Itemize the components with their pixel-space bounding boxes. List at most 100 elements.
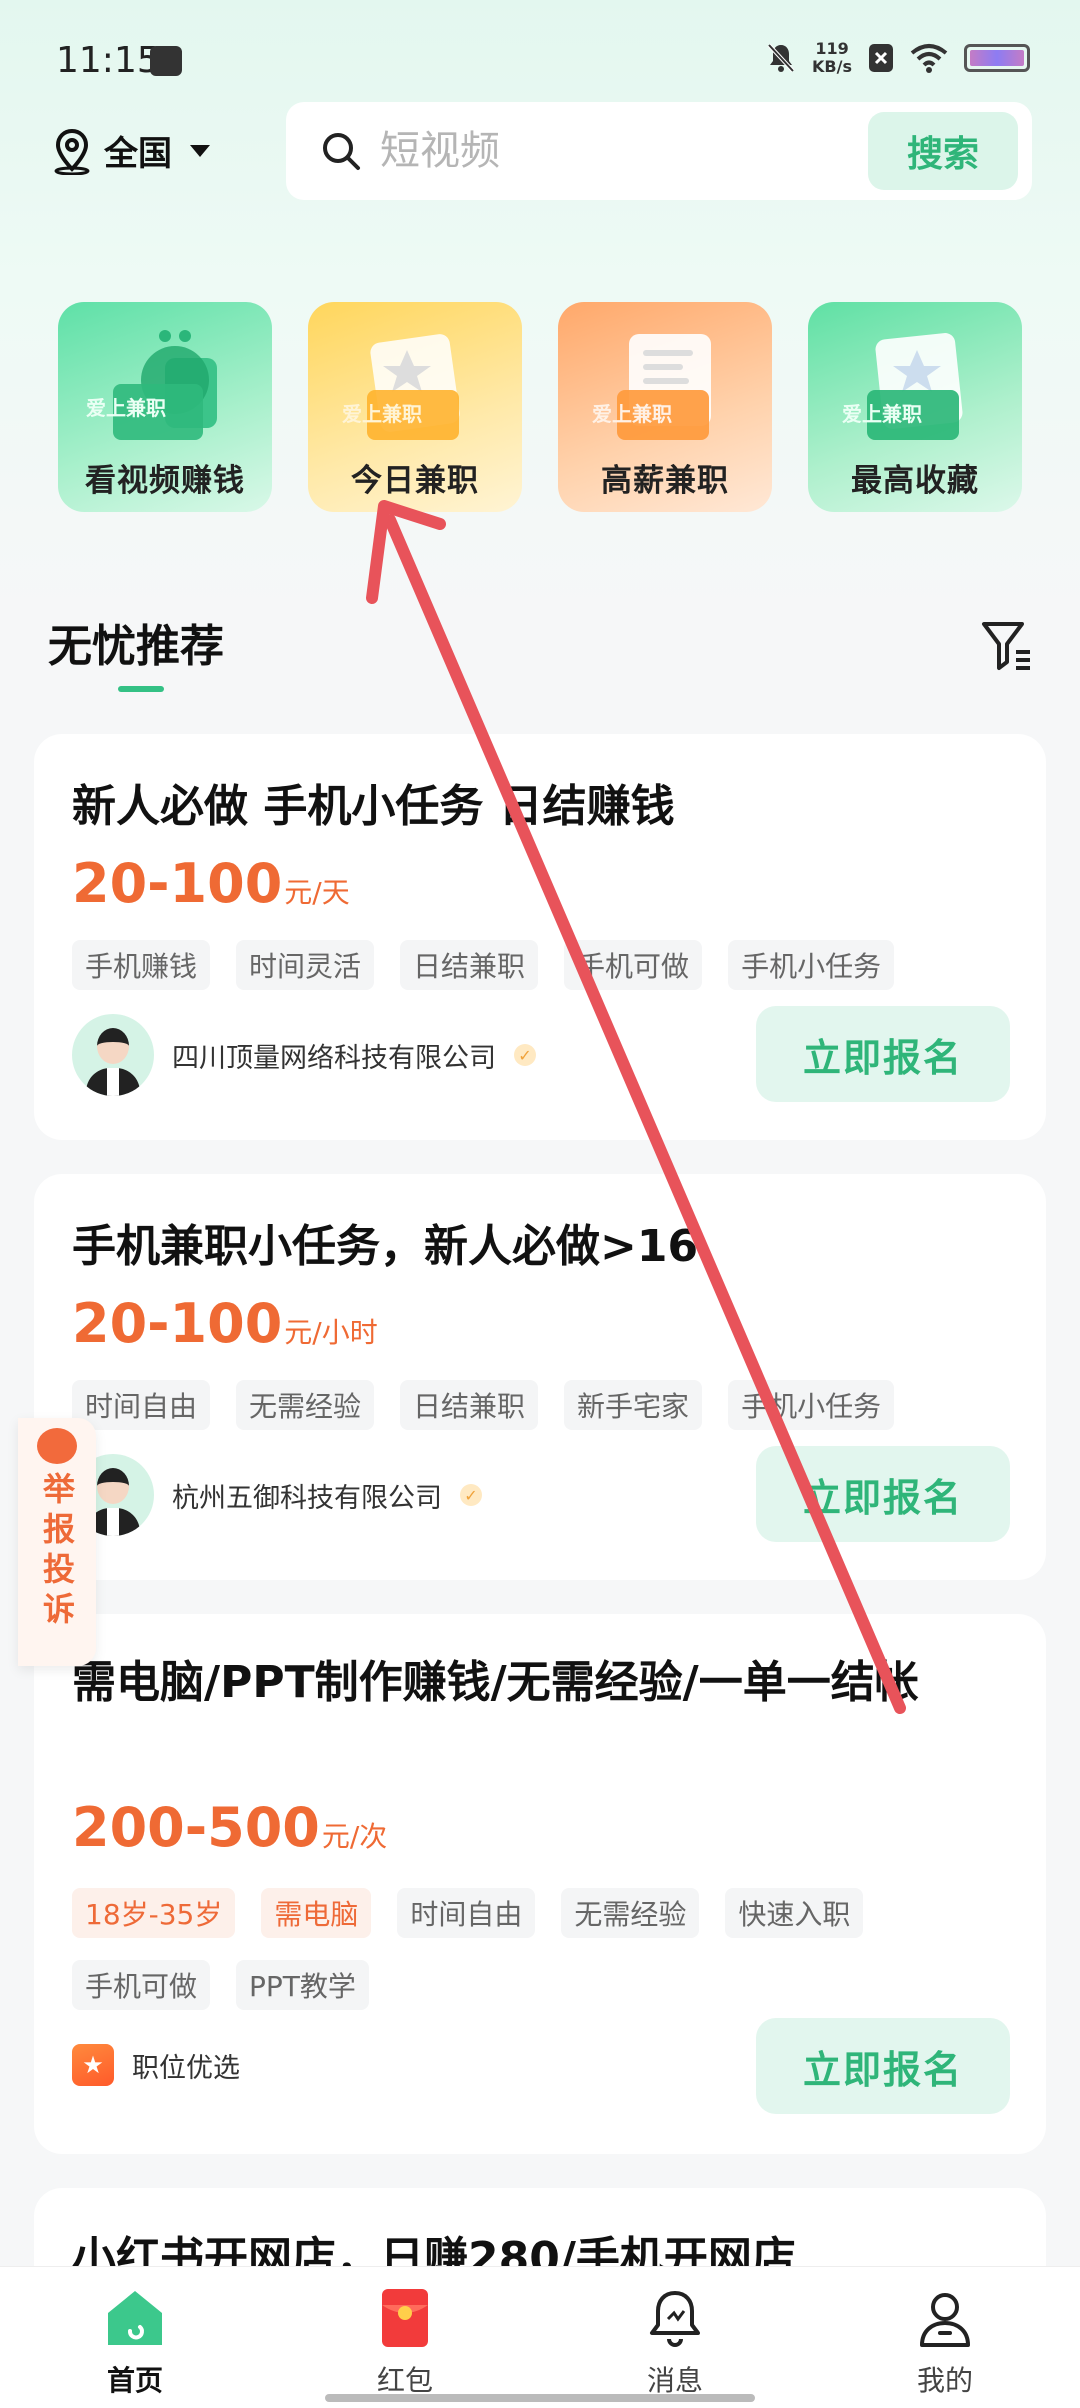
tab-home[interactable]: 首页 (0, 2267, 270, 2408)
job-tags: 手机赚钱 时间灵活 日结兼职 手机可做 手机小任务 (72, 940, 1032, 990)
avatar (72, 1014, 154, 1096)
report-complaint-button[interactable]: 举报投诉 (18, 1418, 96, 1666)
job-tags: 18岁-35岁 需电脑 时间自由 无需经验 快速入职 手机可做 PPT教学 (72, 1888, 972, 2010)
location-label: 全国 (104, 134, 172, 174)
battery-icon (964, 44, 1030, 72)
status-time: 11:15 (56, 40, 160, 81)
wifi-icon (910, 44, 948, 73)
category-tile-text: 爱上兼职 (342, 402, 422, 426)
job-title: 手机兼职小任务，新人必做>16 (72, 1221, 699, 1272)
notification-icon (150, 46, 182, 76)
company-name: 杭州五御科技有限公司 (172, 1482, 442, 1514)
category-tile-text: 爱上兼职 (592, 402, 672, 426)
job-tag: 无需经验 (561, 1888, 700, 1938)
tab-label: 我的 (916, 2364, 973, 2397)
job-salary-unit: 元/次 (321, 1820, 388, 1853)
category-label: 高薪兼职 (601, 463, 729, 499)
company-info: 四川顶量网络科技有限公司 ✓ (72, 1014, 536, 1096)
apply-button[interactable]: 立即报名 (756, 1006, 1010, 1102)
star-folder-icon (867, 333, 963, 440)
job-tag: 日结兼职 (400, 940, 539, 990)
job-tags: 时间自由 无需经验 日结兼职 新手宅家 手机小任务 (72, 1380, 1032, 1430)
video-folder-icon (113, 330, 217, 440)
tab-label: 消息 (646, 2364, 703, 2397)
home-icon (108, 2291, 162, 2345)
job-tag-highlight: 18岁-35岁 (72, 1888, 236, 1938)
job-tag: 手机可做 (72, 1960, 211, 2010)
job-card[interactable]: 新人必做 手机小任务 日结赚钱 20-100元/天 手机赚钱 时间灵活 日结兼职… (34, 734, 1046, 1140)
category-tile-text: 爱上兼职 (86, 396, 166, 420)
company-info: 杭州五御科技有限公司 ✓ (72, 1454, 482, 1536)
document-folder-icon (617, 334, 711, 440)
job-tag: 手机可做 (564, 940, 703, 990)
category-label: 最高收藏 (851, 463, 979, 499)
job-tag: 时间自由 (72, 1380, 211, 1430)
location-selector[interactable]: 全国 (50, 126, 210, 175)
category-high-salary[interactable]: 爱上兼职 高薪兼职 (558, 302, 772, 512)
job-card[interactable]: 手机兼职小任务，新人必做>16 20-100元/小时 时间自由 无需经验 日结兼… (34, 1174, 1046, 1580)
job-salary: 200-500元/次 (72, 1796, 387, 1859)
job-tag: 无需经验 (236, 1380, 375, 1430)
sim-off-icon (869, 44, 893, 72)
category-label: 看视频赚钱 (85, 463, 245, 499)
tab-red-envelope[interactable]: 红包 (270, 2267, 540, 2408)
category-row: 爱上兼职 看视频赚钱 爱上兼职 今日兼职 爱上兼职 高薪兼职 爱上兼职 最高收藏 (58, 302, 1022, 512)
company-name: 四川顶量网络科技有限公司 (172, 1042, 496, 1074)
job-title: 需电脑/PPT制作赚钱/无需经验/一单一结帐 (72, 1657, 919, 1708)
job-tag: 时间自由 (397, 1888, 536, 1938)
tab-profile[interactable]: 我的 (810, 2267, 1080, 2408)
section-title: 无忧推荐 (48, 621, 224, 672)
apply-button[interactable]: 立即报名 (756, 2018, 1010, 2114)
category-label: 今日兼职 (351, 463, 479, 499)
job-tag: 日结兼职 (400, 1380, 539, 1430)
job-tag: 手机小任务 (728, 1380, 895, 1430)
mute-bell-icon (767, 43, 795, 73)
job-salary-unit: 元/小时 (284, 1316, 378, 1349)
report-label: 举报投诉 (38, 1472, 76, 1632)
network-speed-value: 119 (815, 39, 849, 58)
location-pin-icon (54, 128, 90, 175)
job-salary-range: 20-100 (72, 1292, 283, 1355)
status-right-group: 119 KB/s (766, 40, 1030, 76)
tab-label: 红包 (376, 2364, 433, 2397)
chat-bubble-icon (37, 1428, 77, 1464)
search-bar[interactable]: 搜索 (286, 102, 1032, 200)
job-salary-range: 20-100 (72, 852, 283, 915)
job-tag: 快速入职 (725, 1888, 864, 1938)
job-tag: 手机小任务 (728, 940, 895, 990)
job-tag-highlight: 需电脑 (261, 1888, 372, 1938)
bell-icon (650, 2291, 700, 2347)
category-today-job[interactable]: 爱上兼职 今日兼职 (308, 302, 522, 512)
job-card[interactable]: 需电脑/PPT制作赚钱/无需经验/一单一结帐 200-500元/次 18岁-35… (34, 1614, 1046, 2154)
category-most-saved[interactable]: 爱上兼职 最高收藏 (808, 302, 1022, 512)
user-icon (920, 2293, 970, 2347)
search-button[interactable]: 搜索 (868, 112, 1018, 190)
tab-messages[interactable]: 消息 (540, 2267, 810, 2408)
apply-button[interactable]: 立即报名 (756, 1446, 1010, 1542)
verified-badge-icon: ✓ (514, 1044, 536, 1066)
star-badge-icon: ★ (72, 2044, 114, 2086)
home-indicator[interactable] (325, 2394, 755, 2402)
bottom-tab-bar: 首页 红包 消息 我的 (0, 2266, 1080, 2408)
red-envelope-icon (382, 2289, 428, 2347)
category-watch-video[interactable]: 爱上兼职 看视频赚钱 (58, 302, 272, 512)
network-speed: 119 KB/s (812, 40, 852, 76)
company-info: ★ 职位优选 (72, 2044, 240, 2086)
star-folder-icon (367, 334, 460, 440)
job-salary: 20-100元/小时 (72, 1292, 378, 1355)
filter-icon[interactable] (980, 618, 1034, 672)
job-tag: PPT教学 (236, 1960, 369, 2010)
tab-label: 首页 (106, 2364, 163, 2397)
job-tag: 时间灵活 (236, 940, 375, 990)
network-speed-unit: KB/s (812, 57, 852, 76)
search-input[interactable] (380, 128, 820, 174)
job-salary-range: 200-500 (72, 1796, 320, 1859)
section-underline (118, 686, 164, 692)
category-tile-text: 爱上兼职 (842, 402, 922, 426)
job-tag: 手机赚钱 (72, 940, 211, 990)
job-tag: 新手宅家 (564, 1380, 703, 1430)
job-title: 新人必做 手机小任务 日结赚钱 (72, 781, 675, 832)
chevron-down-icon (190, 144, 210, 157)
search-icon (323, 133, 360, 170)
verified-badge-icon: ✓ (460, 1484, 482, 1506)
